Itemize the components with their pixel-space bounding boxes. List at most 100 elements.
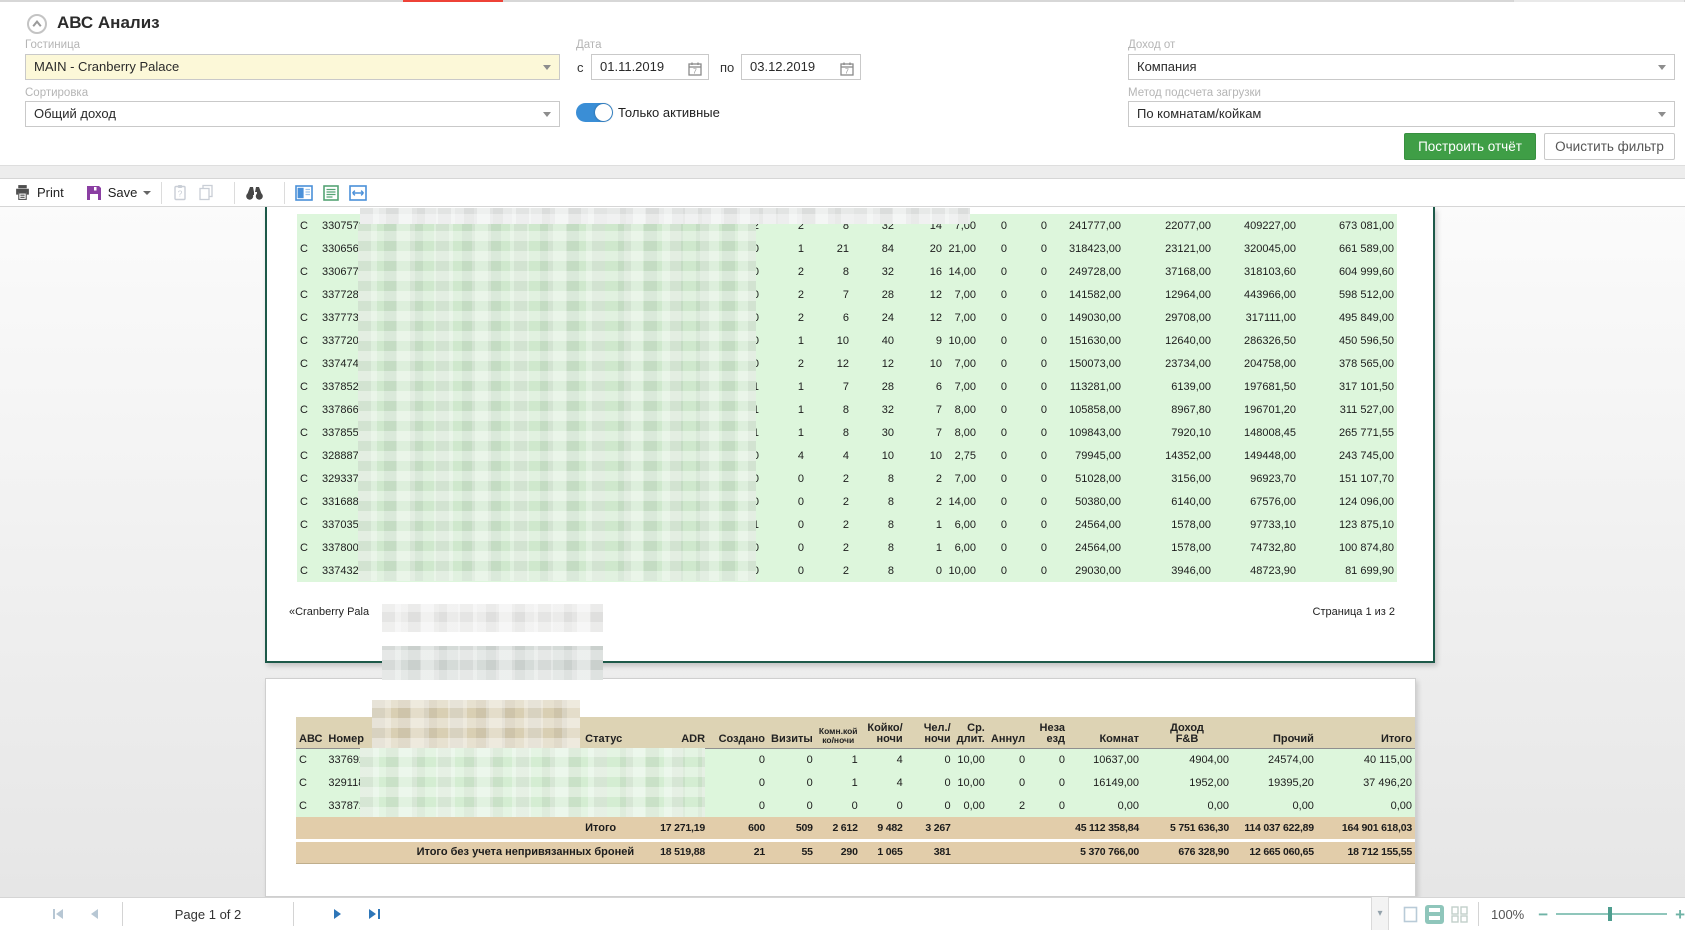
previous-page-button[interactable]	[82, 902, 106, 926]
toggle-knob	[595, 104, 612, 121]
save-dropdown-icon[interactable]	[143, 191, 151, 195]
cell-cancel: 0	[979, 260, 1010, 283]
page-sidebar-icon	[295, 185, 313, 201]
cell-abc: C	[296, 771, 325, 794]
date-to-input[interactable]: 03.12.2019 7	[741, 54, 861, 80]
cell-noshow: 0	[1010, 398, 1050, 421]
cell-noshow: 0	[1010, 421, 1050, 444]
cell-total: Итого	[1317, 717, 1415, 748]
cell-total: 311 527,00	[1299, 398, 1397, 421]
cell-noshow: 0	[1010, 329, 1050, 352]
cell-rooms: 105858,00	[1050, 398, 1124, 421]
view-sidebar-button[interactable]	[295, 185, 313, 201]
view-text-button[interactable]	[323, 185, 339, 201]
next-page-button[interactable]	[326, 902, 350, 926]
save-button[interactable]: Save	[86, 185, 152, 201]
report-viewer[interactable]: C3307572OPEN30 222,1322832147,0000241777…	[0, 207, 1685, 897]
calendar-icon[interactable]: 7	[840, 60, 854, 84]
cell-cancel: 0	[979, 467, 1010, 490]
calendar-icon[interactable]: 7	[688, 60, 702, 84]
cell-created: 0	[708, 748, 768, 771]
view-fit-width-button[interactable]	[349, 185, 367, 201]
cell-rooms: 24564,00	[1050, 513, 1124, 536]
cell-other: 67576,00	[1214, 490, 1299, 513]
cell-noshow: 0	[1010, 536, 1050, 559]
clear-filter-button[interactable]: Очистить фильтр	[1544, 133, 1675, 160]
continuous-view-button[interactable]	[1425, 905, 1444, 924]
date-from-input[interactable]: 01.11.2019 7	[591, 54, 709, 80]
cell-rooms: 109843,00	[1050, 421, 1124, 444]
copy-button-disabled	[198, 184, 214, 201]
page-title: АВС Анализ	[57, 13, 160, 33]
cell-other: 318103,60	[1214, 260, 1299, 283]
cell-cancel: 0	[979, 421, 1010, 444]
cell-pnights: 0	[906, 748, 954, 771]
cell-noshow: 0	[1028, 748, 1068, 771]
cell-total: 124 096,00	[1299, 490, 1397, 513]
cell-other: 24574,00	[1232, 748, 1317, 771]
cell-other: 0,00	[1232, 794, 1317, 817]
cell-noshow: 0	[1010, 283, 1050, 306]
zoom-out-button[interactable]: −	[1538, 906, 1548, 923]
cell-rooms: 24564,00	[1050, 536, 1124, 559]
cell-fb: 14352,00	[1124, 444, 1214, 467]
only-active-toggle[interactable]	[576, 103, 613, 122]
vertical-scrollbar[interactable]: ▾	[1371, 897, 1389, 930]
scroll-down-icon[interactable]: ▾	[1372, 897, 1388, 930]
fit-width-icon	[349, 185, 367, 201]
cell-other: 196701,20	[1214, 398, 1299, 421]
cell-cancel: 0	[979, 283, 1010, 306]
cell-cancel: 0	[979, 329, 1010, 352]
cell-cancel: 0	[988, 771, 1028, 794]
cell-abc: C	[297, 467, 319, 490]
cell-bnights: 0	[861, 794, 906, 817]
svg-text:7: 7	[693, 69, 697, 76]
cell-avglen	[954, 840, 988, 863]
date-to-prefix: по	[720, 60, 734, 75]
cell-bnights: Койко/ ночи	[861, 717, 906, 748]
cell-pnights: 10	[897, 444, 945, 467]
cell-visits: 0	[762, 467, 807, 490]
zoom-slider[interactable]	[1556, 913, 1667, 915]
cell-abc: C	[297, 559, 319, 582]
sort-select[interactable]: Общий доход	[25, 101, 560, 127]
multi-page-view-button[interactable]	[1451, 906, 1468, 923]
cell-rnights: 2	[807, 559, 852, 582]
zoom-slider-handle[interactable]	[1608, 907, 1612, 921]
cell-rooms: 0,00	[1068, 794, 1142, 817]
cell-abc: C	[297, 260, 319, 283]
build-report-button[interactable]: Построить отчёт	[1404, 133, 1536, 160]
last-page-button[interactable]	[362, 902, 386, 926]
cell-abc: C	[297, 352, 319, 375]
income-from-label: Доход от	[1128, 39, 1175, 51]
cell-noshow: 0	[1010, 444, 1050, 467]
cell-pnights: 2	[897, 490, 945, 513]
cell-abc: C	[297, 283, 319, 306]
cell-cancel: 0	[979, 559, 1010, 582]
hotel-select[interactable]: MAIN - Cranberry Palace	[25, 54, 560, 80]
find-button[interactable]	[245, 185, 264, 201]
print-button[interactable]: Print	[14, 184, 64, 201]
cell-noshow: 0	[1010, 237, 1050, 260]
cell-other: 148008,45	[1214, 421, 1299, 444]
toolbar-separator	[234, 182, 235, 204]
first-page-button[interactable]	[46, 902, 70, 926]
income-from-value: Компания	[1137, 59, 1197, 74]
cell-rooms: 16149,00	[1068, 771, 1142, 794]
collapse-panel-icon[interactable]	[26, 13, 48, 35]
printer-icon	[14, 184, 31, 201]
load-method-select[interactable]: По комнатам/койкам	[1128, 101, 1675, 127]
cell-rnights: 6	[807, 306, 852, 329]
cell-other: 97733,10	[1214, 513, 1299, 536]
redacted-guest-names	[358, 224, 756, 581]
cell-created: Создано	[708, 717, 768, 748]
zoom-in-button[interactable]: +	[1675, 906, 1685, 923]
income-from-select[interactable]: Компания	[1128, 54, 1675, 80]
cell-avglen: 10,00	[954, 771, 988, 794]
cell-rnights: 7	[807, 375, 852, 398]
cell-cancel: 0	[979, 513, 1010, 536]
cell-abc: C	[297, 237, 319, 260]
cell-rnights: 10	[807, 329, 852, 352]
cell-noshow: 0	[1028, 794, 1068, 817]
single-page-view-button[interactable]	[1403, 906, 1418, 923]
